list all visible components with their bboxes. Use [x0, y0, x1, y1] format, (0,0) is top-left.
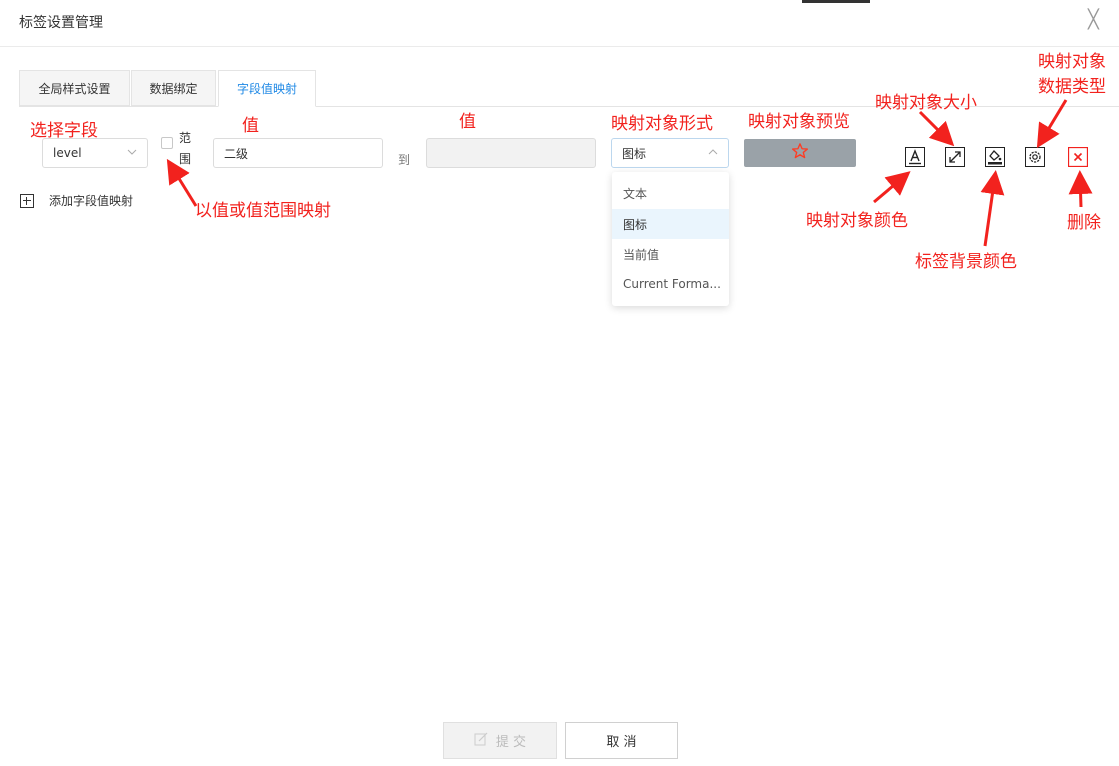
- arrow-resize: [918, 110, 955, 147]
- submit-label: 提 交: [495, 735, 527, 750]
- annotation-select-field: 选择字段: [30, 121, 98, 141]
- annotation-map-type-line2: 数据类型: [1038, 77, 1106, 97]
- annotation-label-bg-color: 标签背景颜色: [915, 252, 1017, 272]
- cancel-button[interactable]: 取 消: [565, 722, 678, 759]
- annotation-map-preview: 映射对象预览: [748, 112, 850, 132]
- annotation-value-2: 值: [459, 112, 476, 132]
- arrow-settings: [1036, 99, 1068, 149]
- annotation-value-1: 值: [242, 116, 259, 136]
- annotation-map-size: 映射对象大小: [875, 93, 977, 113]
- annotation-map-color: 映射对象颜色: [806, 211, 908, 231]
- submit-button[interactable]: 提 交: [443, 722, 557, 759]
- annotation-map-form: 映射对象形式: [611, 114, 713, 134]
- arrow-delete: [1068, 170, 1093, 208]
- annotation-map-type-line1: 映射对象: [1038, 52, 1106, 72]
- annotation-delete: 删除: [1067, 213, 1101, 233]
- arrow-fill-color: [980, 170, 1005, 247]
- arrow-font-color: [873, 171, 911, 204]
- annotation-range-map: 以值或值范围映射: [195, 201, 331, 221]
- edit-icon: [474, 732, 488, 750]
- annotation-arrows: [166, 99, 1093, 247]
- arrow-range-checkbox: [166, 158, 198, 207]
